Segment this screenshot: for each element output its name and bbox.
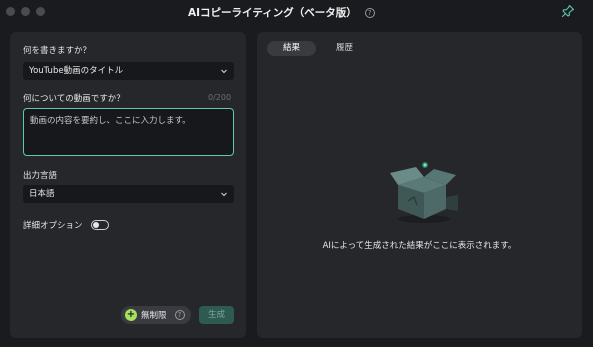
- title-bar: AIコピーライティング（ベータ版） ?: [0, 0, 593, 26]
- unlimited-label: 無制限: [141, 311, 167, 321]
- output-language-label: 出力言語: [23, 171, 58, 181]
- input-panel: 何を書きますか？ YouTube動画のタイトル 何についての動画ですか？ 0/2…: [10, 32, 246, 338]
- content-type-select[interactable]: YouTube動画のタイトル: [23, 62, 234, 80]
- language-select[interactable]: 日本語: [23, 185, 234, 203]
- topic-label: 何についての動画ですか？: [23, 94, 125, 104]
- content-type-value: YouTube動画のタイトル: [29, 66, 124, 76]
- empty-box-icon: [390, 162, 458, 223]
- language-value: 日本語: [29, 189, 55, 199]
- empty-state-message: AIによって生成された結果がここに表示されます。: [322, 241, 517, 251]
- unlimited-button[interactable]: + 無制限 ?: [121, 306, 191, 324]
- window-title: AIコピーライティング（ベータ版）: [188, 7, 357, 19]
- generate-button[interactable]: 生成: [199, 306, 234, 324]
- pin-icon[interactable]: [561, 4, 575, 18]
- minimize-window-button[interactable]: [21, 7, 30, 16]
- topic-placeholder: 動画の内容を要約し、ここに入力します。: [30, 116, 191, 126]
- help-icon[interactable]: ?: [174, 310, 185, 320]
- plus-icon: +: [125, 309, 137, 321]
- chevron-down-icon: [221, 192, 227, 197]
- topic-textarea[interactable]: 動画の内容を要約し、ここに入力します。: [23, 108, 234, 156]
- close-window-button[interactable]: [6, 7, 15, 16]
- tab-history[interactable]: 履歴: [320, 41, 369, 56]
- chevron-down-icon: [221, 69, 227, 74]
- toggle-knob: [93, 222, 99, 228]
- advanced-options-label: 詳細オプション: [23, 221, 83, 231]
- tab-results[interactable]: 結果: [267, 41, 317, 56]
- result-tabs: 結果 履歴: [267, 41, 369, 56]
- result-panel: 結果 履歴 AIによって生成された結果がここに表示されます。: [257, 32, 582, 338]
- what-to-write-label: 何を書きますか？: [23, 46, 92, 56]
- advanced-options-toggle[interactable]: [91, 220, 109, 230]
- character-counter: 0/200: [208, 93, 232, 102]
- zoom-window-button[interactable]: [36, 7, 45, 16]
- help-icon[interactable]: ?: [364, 7, 375, 18]
